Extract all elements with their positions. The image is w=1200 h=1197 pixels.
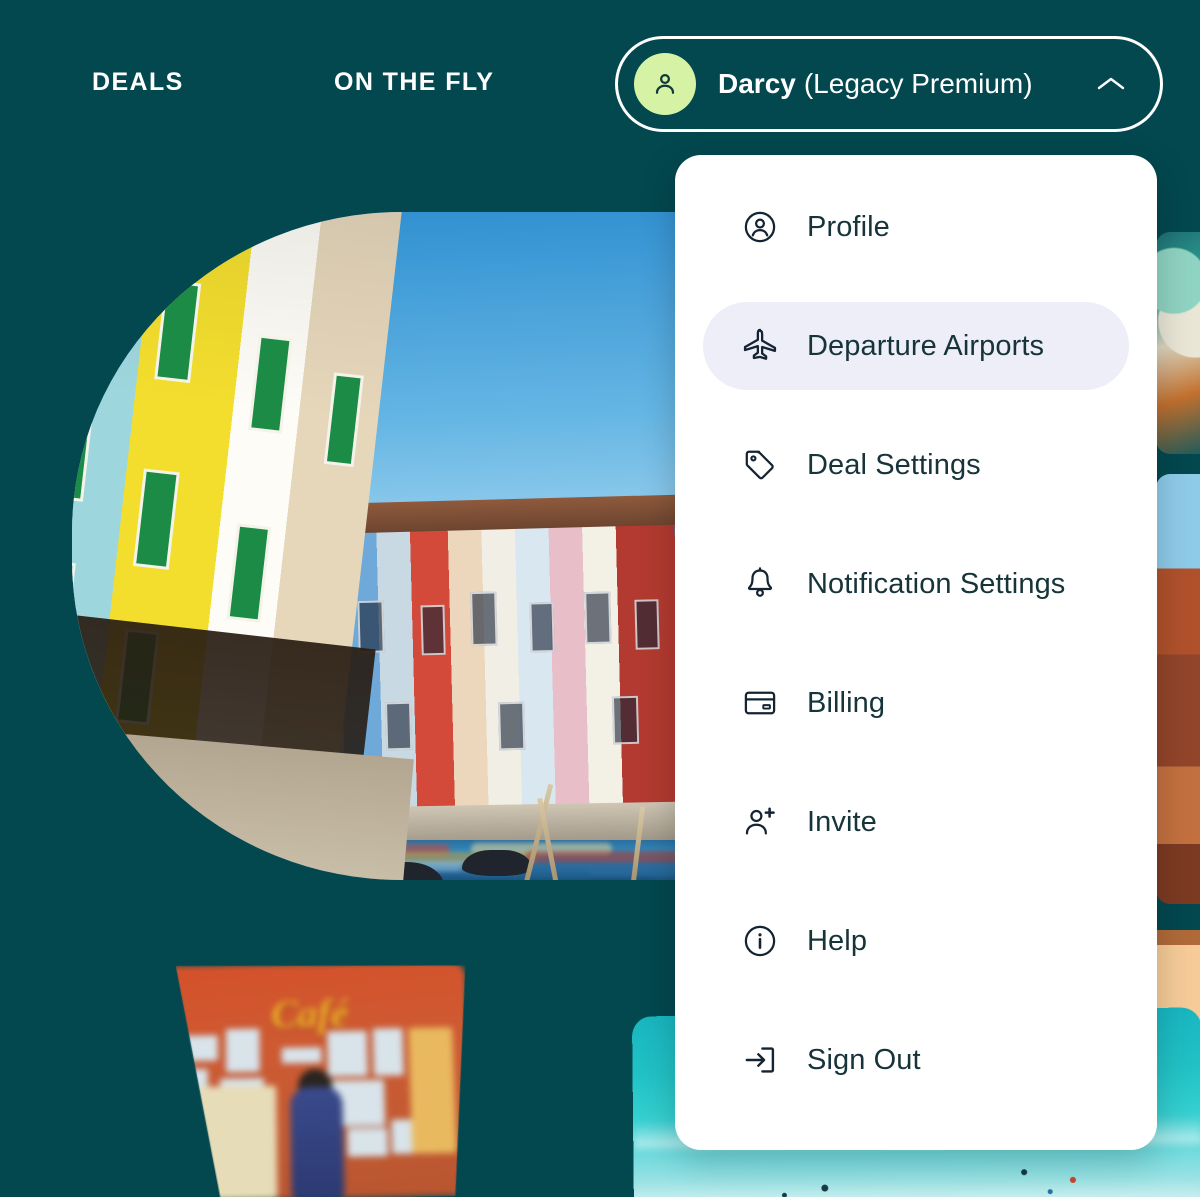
menu-item-deal-settings[interactable]: Deal Settings <box>703 421 1129 509</box>
profile-menu-button[interactable]: Darcy (Legacy Premium) <box>615 36 1163 132</box>
menu-item-sign-out[interactable]: Sign Out <box>703 1016 1129 1104</box>
menu-item-label: Profile <box>807 210 890 243</box>
menu-item-invite[interactable]: Invite <box>703 778 1129 866</box>
menu-item-label: Departure Airports <box>807 329 1045 362</box>
info-circle-icon <box>741 922 779 960</box>
menu-item-departure-airports[interactable]: Departure Airports <box>703 302 1129 390</box>
tag-icon <box>741 446 779 484</box>
sign-out-icon <box>741 1041 779 1079</box>
menu-item-billing[interactable]: Billing <box>703 659 1129 747</box>
nav-on-the-fly[interactable]: ON THE FLY <box>334 68 494 97</box>
canyon-photo <box>1156 474 1200 904</box>
menu-item-label: Sign Out <box>807 1043 921 1076</box>
menu-item-label: Deal Settings <box>807 448 981 481</box>
app-root: Café DEALS ON THE FLY Darcy (Legacy Prem <box>0 0 1200 1197</box>
jewelry-photo <box>1156 232 1200 454</box>
menu-item-label: Billing <box>807 686 886 719</box>
airplane-icon <box>741 327 779 365</box>
person-icon <box>655 74 675 94</box>
avatar <box>634 53 696 115</box>
top-navigation-bar: DEALS ON THE FLY Darcy (Legacy Premium) <box>0 0 1200 170</box>
cafe-wall-photo: Café <box>149 961 475 1197</box>
canal-houses-photo <box>72 212 732 880</box>
menu-item-notification-settings[interactable]: Notification Settings <box>703 540 1129 628</box>
credit-card-icon <box>741 684 779 722</box>
menu-item-label: Invite <box>807 805 877 838</box>
cafe-sign-text: Café <box>270 990 349 1037</box>
menu-item-label: Help <box>807 924 868 957</box>
profile-dropdown-menu: Profile Departure Airports Deal Settings <box>675 155 1157 1150</box>
menu-item-profile[interactable]: Profile <box>703 183 1129 271</box>
nav-deals[interactable]: DEALS <box>92 68 184 97</box>
profile-name: Darcy <box>718 68 796 99</box>
person-add-icon <box>741 803 779 841</box>
bell-icon <box>741 565 779 603</box>
menu-item-label: Notification Settings <box>807 567 1066 600</box>
chevron-up-icon[interactable] <box>1096 75 1126 93</box>
profile-plan-label: (Legacy Premium) <box>803 68 1033 99</box>
menu-item-help[interactable]: Help <box>703 897 1129 985</box>
user-circle-icon <box>741 208 779 246</box>
